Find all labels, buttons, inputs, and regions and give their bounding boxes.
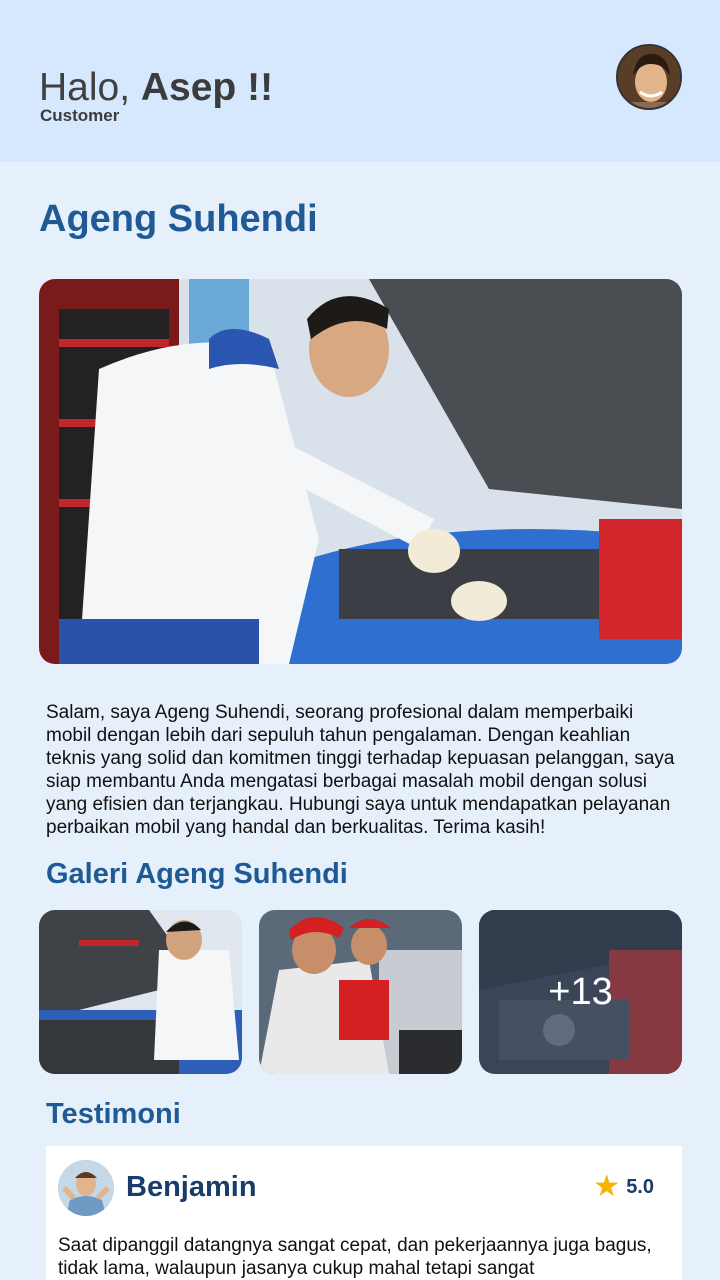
hero-image [39, 279, 682, 664]
gallery-image [259, 910, 462, 1074]
reviewer-name: Benjamin [126, 1171, 257, 1203]
reviewer-avatar-image [58, 1160, 114, 1216]
gallery-photo-2[interactable] [259, 910, 462, 1074]
gallery-image [39, 910, 242, 1074]
user-name: Asep !! [140, 66, 274, 109]
star-icon: ★ [593, 1170, 621, 1203]
gallery-photo-more[interactable]: +13 [479, 910, 682, 1074]
gallery-more-count: +13 [479, 910, 682, 1074]
rating-value: 5.0 [626, 1175, 654, 1198]
top-header: Halo, Asep !! Customer [0, 0, 720, 162]
review-text: Saat dipanggil datangnya sangat cepat, d… [58, 1235, 652, 1279]
user-avatar-image [618, 46, 680, 108]
gallery-photo-1[interactable] [39, 910, 242, 1074]
testimonial-card: Benjamin ★ 5.0 Saat dipanggil datangnya … [46, 1146, 682, 1280]
rating: ★ 5.0 [593, 1172, 654, 1202]
page-title: Ageng Suhendi [39, 198, 318, 240]
mechanic-photo [39, 279, 682, 664]
greeting: Halo, Asep !! [39, 66, 273, 110]
profile-bio: Salam, saya Ageng Suhendi, seorang profe… [46, 702, 675, 838]
greeting-prefix: Halo, [39, 66, 141, 109]
reviewer-avatar [58, 1160, 114, 1216]
testimonials-title: Testimoni [46, 1098, 181, 1130]
gallery-title: Galeri Ageng Suhendi [46, 858, 348, 890]
user-role: Customer [40, 106, 120, 125]
avatar[interactable] [616, 44, 682, 110]
